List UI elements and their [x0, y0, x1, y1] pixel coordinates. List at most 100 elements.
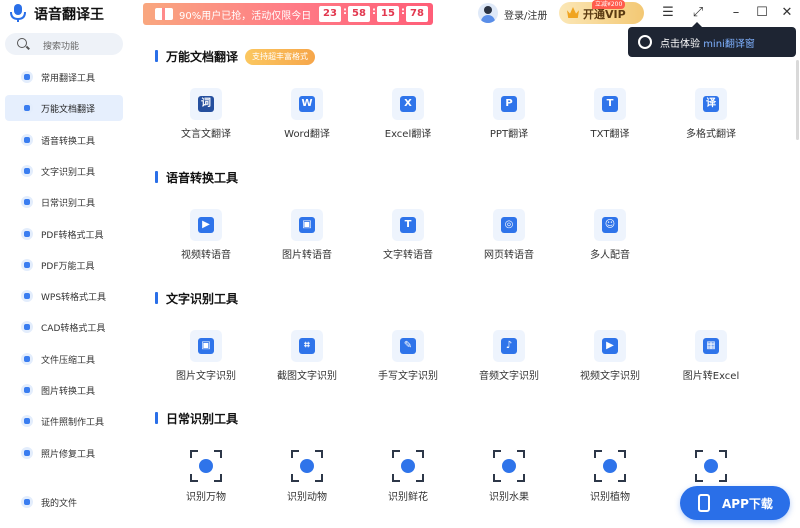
scan-corner — [695, 450, 703, 458]
login-link[interactable]: 登录/注册 — [504, 7, 547, 22]
tool-glyph: ♪ — [501, 338, 517, 354]
tool-card[interactable]: ▶ 视频文字识别 — [565, 330, 655, 390]
tool-card[interactable]: 识别植物 — [565, 450, 655, 510]
app-download-button[interactable]: APP下载 — [680, 486, 790, 520]
sidebar-item-label: 我的文件 — [41, 499, 78, 509]
sidebar-item[interactable]: 文字识别工具 — [5, 158, 123, 184]
tool-glyph: ◎ — [501, 217, 517, 233]
tool-card[interactable]: ✎ 手写文字识别 — [363, 330, 453, 390]
tool-icon: ▦ — [695, 330, 727, 362]
tool-card[interactable]: T TXT翻译 — [565, 88, 655, 148]
menu-icon[interactable]: ☰ — [659, 4, 677, 22]
tool-label: 识别水果 — [489, 492, 529, 503]
scan-corner — [315, 450, 323, 458]
sidebar-item-icon — [21, 133, 33, 146]
sidebar-item-icon — [21, 446, 33, 459]
tool-card[interactable]: ▶ 视频转语音 — [161, 209, 251, 269]
sidebar-item[interactable]: 万能文档翻译 — [5, 95, 123, 122]
sidebar-item[interactable]: 文件压缩工具 — [5, 346, 123, 372]
sidebar-item[interactable]: PDF万能工具 — [5, 252, 123, 278]
scan-corner — [695, 474, 703, 482]
tool-card[interactable]: ⌗ 截图文字识别 — [262, 330, 352, 390]
vip-discount-badge: 立减¥200 — [592, 0, 626, 9]
scan-corner — [719, 450, 727, 458]
sidebar-item[interactable]: WPS转格式工具 — [5, 283, 123, 309]
scan-target — [199, 459, 213, 473]
tool-label: 识别动物 — [287, 492, 327, 503]
sidebar: 搜索功能 常用翻译工具 万能文档翻译 语音转换工具文字识别工具 日常识别工具 PDF转格… — [0, 28, 135, 528]
sidebar-item-icon — [21, 384, 33, 396]
sidebar-item-my-files[interactable]: 我的文件 — [5, 489, 123, 515]
tool-label: Word翻译 — [284, 129, 330, 140]
scan-corner — [719, 474, 727, 482]
sidebar-item[interactable]: CAD转格式工具 — [5, 314, 123, 340]
tool-glyph: ▣ — [299, 217, 315, 233]
tool-card[interactable]: ▣ 图片转语音 — [262, 209, 352, 269]
tool-card[interactable]: ☺ 多人配音 — [565, 209, 655, 269]
scan-corner — [214, 450, 222, 458]
tool-card[interactable]: ▦ 图片转Excel — [666, 330, 756, 390]
sidebar-item[interactable]: 照片修复工具 — [5, 440, 123, 466]
scan-corner — [416, 474, 424, 482]
sidebar-item-icon — [21, 196, 33, 209]
sidebar-item-icon — [21, 258, 33, 271]
sidebar-item[interactable]: 日常识别工具 — [5, 189, 123, 215]
sidebar-item-label: 文字识别工具 — [41, 167, 96, 178]
tool-card[interactable]: ♪ 音频文字识别 — [464, 330, 554, 390]
tool-card[interactable]: 识别鲜花 — [363, 450, 453, 510]
tool-glyph: T — [602, 96, 618, 112]
sidebar-item-label: 日常识别工具 — [41, 199, 96, 210]
sidebar-item-label: PDF万能工具 — [41, 261, 95, 272]
tool-card[interactable]: W Word翻译 — [262, 88, 352, 148]
app-title: 语音翻译王 — [34, 7, 104, 23]
countdown-separator: : — [401, 6, 405, 17]
tool-label: 图片转Excel — [682, 371, 740, 382]
scan-target — [300, 459, 314, 473]
sidebar-item-label: 图片转换工具 — [41, 387, 96, 397]
sidebar-item[interactable]: 语音转换工具 — [5, 127, 123, 153]
tool-label: 视频转语音 — [181, 250, 231, 261]
mini-window-icon[interactable]: ⤢ — [689, 4, 707, 22]
tool-icon: 译 — [695, 88, 727, 120]
tool-icon: ▣ — [291, 209, 323, 241]
tool-card[interactable]: ◎ 网页转语音 — [464, 209, 554, 269]
scan-corner — [190, 474, 198, 482]
scan-icon — [190, 450, 222, 482]
maximize-icon[interactable]: ☐ — [753, 4, 771, 22]
tool-glyph: ✎ — [400, 338, 416, 354]
sidebar-item[interactable]: PDF转格式工具 — [5, 221, 123, 247]
tool-label: 多格式翻译 — [686, 129, 736, 140]
scan-corner — [291, 450, 299, 458]
scrollbar[interactable] — [796, 60, 799, 140]
close-icon[interactable]: ✕ — [778, 4, 796, 22]
scan-corner — [214, 474, 222, 482]
sidebar-item[interactable]: 图片转换工具 — [5, 377, 123, 403]
tool-card[interactable]: T 文字转语音 — [363, 209, 453, 269]
scan-corner — [315, 474, 323, 482]
app-window: 语音翻译王 90%用户已抢，活动仅限今日 23 : 58 : 15 : 78 登… — [0, 0, 800, 528]
sidebar-item-label: CAD转格式工具 — [41, 324, 106, 335]
sidebar-item-label: PDF转格式工具 — [41, 230, 104, 241]
sidebar-item[interactable]: 证件照制作工具 — [5, 408, 123, 434]
sidebar-item[interactable]: 常用翻译工具 — [5, 64, 123, 90]
crown-icon — [567, 7, 579, 18]
tool-card[interactable]: ▣ 图片文字识别 — [161, 330, 251, 390]
scan-target — [401, 459, 415, 473]
user-avatar[interactable] — [478, 3, 498, 23]
tool-icon: ⌗ — [291, 330, 323, 362]
tool-card[interactable]: 词文言文翻译 — [161, 88, 251, 148]
search-input[interactable]: 搜索功能 — [5, 33, 123, 55]
tool-card[interactable]: 识别水果 — [464, 450, 554, 510]
tool-card[interactable]: P PPT翻译 — [464, 88, 554, 148]
tool-label: 识别万物 — [186, 492, 226, 503]
minimize-icon[interactable]: – — [727, 4, 745, 22]
promo-banner[interactable]: 90%用户已抢，活动仅限今日 23 : 58 : 15 : 78 — [143, 3, 433, 25]
tool-card[interactable]: 识别动物 — [262, 450, 352, 510]
tool-card[interactable]: 识别万物 — [161, 450, 251, 510]
tool-card[interactable]: 译多格式翻译 — [666, 88, 756, 148]
tool-label: 手写文字识别 — [378, 371, 438, 382]
sidebar-item-icon — [21, 227, 33, 240]
countdown-minutes: 58 — [348, 6, 370, 22]
tool-card[interactable]: X Excel翻译 — [363, 88, 453, 148]
tool-label: 截图文字识别 — [277, 371, 337, 382]
